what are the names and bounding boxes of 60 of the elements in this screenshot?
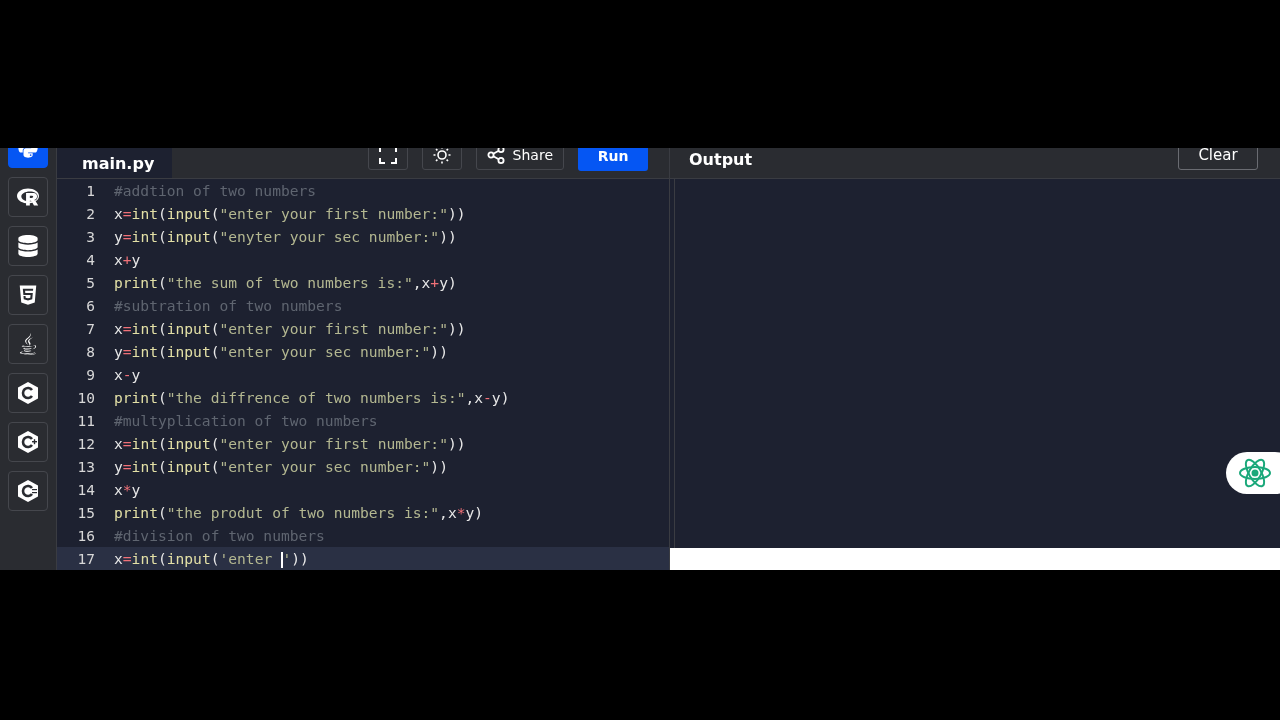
line-number: 5 [85, 274, 96, 291]
code-line: x*y [114, 481, 141, 498]
line-number: 7 [85, 320, 96, 337]
code-line: y=int(input("enyter your sec number:")) [114, 228, 457, 245]
atom-icon [1238, 456, 1272, 490]
code-line: #multyplication of two numbers [114, 412, 378, 429]
c-language-icon [17, 381, 39, 405]
run-button[interactable]: Run [578, 148, 648, 171]
code-line: print("the diffrence of two numbers is:",x-y) [114, 389, 510, 406]
line-number: 10 [76, 389, 96, 406]
code-line: print("the produt of two numbers is:",x*y) [114, 504, 484, 521]
line-number: 4 [85, 251, 96, 268]
line-number: 17 [76, 550, 96, 567]
line-number: 12 [76, 435, 96, 452]
code-line: #division of two numbers [114, 527, 325, 544]
c-language-icon [17, 479, 39, 503]
language-button[interactable] [8, 324, 48, 364]
language-button[interactable] [8, 373, 48, 413]
code-line: x=int(input('enter ')) [114, 549, 309, 568]
share-icon [486, 148, 505, 164]
assistant-button[interactable] [1226, 452, 1280, 494]
code-line: x+y [114, 251, 141, 268]
r-language-icon [17, 186, 39, 208]
code-line: y=int(input("enter your sec number:")) [114, 458, 448, 475]
line-number: 11 [76, 412, 96, 429]
code-line: y=int(input("enter your sec number:")) [114, 343, 448, 360]
share-button[interactable]: Share [475, 148, 564, 170]
line-number: 8 [85, 343, 96, 360]
code-line: x=int(input("enter your first number:")) [114, 320, 466, 337]
code-line: x-y [114, 366, 141, 383]
language-button[interactable] [8, 471, 48, 511]
code-line: #addtion of two numbers [114, 182, 317, 199]
file-tab[interactable]: main.py [57, 148, 172, 178]
line-number: 2 [85, 205, 96, 222]
code-line: print("the sum of two numbers is:",x+y) [114, 274, 457, 291]
output-title: Output [689, 150, 753, 169]
line-number: 3 [85, 228, 96, 245]
language-button[interactable] [8, 275, 48, 315]
fullscreen-icon [378, 148, 397, 164]
line-number: 13 [76, 458, 96, 475]
code-line: x=int(input("enter your first number:")) [114, 205, 466, 222]
c-language-icon [17, 430, 39, 454]
language-button[interactable] [8, 422, 48, 462]
line-number: 16 [76, 527, 96, 544]
code-line: #subtration of two numbers [114, 297, 343, 314]
fullscreen-button[interactable] [367, 148, 408, 170]
language-button[interactable] [8, 226, 48, 266]
line-number: 15 [76, 504, 96, 521]
java-cup-icon [17, 333, 39, 355]
line-number: 9 [85, 366, 96, 383]
code-line: x=int(input("enter your first number:")) [114, 435, 466, 452]
html5-icon [17, 284, 39, 306]
theme-button[interactable] [421, 148, 462, 170]
language-button[interactable] [8, 177, 48, 217]
sun-icon [432, 148, 451, 164]
clear-button[interactable]: Clear [1178, 148, 1258, 170]
line-number: 6 [85, 297, 96, 314]
line-number: 14 [76, 481, 96, 498]
line-number: 1 [85, 182, 96, 199]
database-icon [17, 235, 39, 257]
